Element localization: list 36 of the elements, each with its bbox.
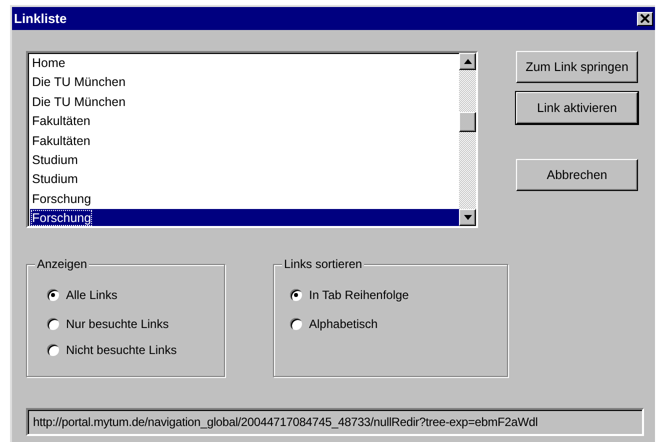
radio-label[interactable]: Alle Links bbox=[66, 288, 118, 302]
list-item[interactable]: Forschung bbox=[30, 209, 459, 226]
list-item[interactable]: Studium bbox=[30, 170, 459, 190]
radio-label[interactable]: In Tab Reihenfolge bbox=[309, 288, 409, 302]
radio-button[interactable] bbox=[47, 318, 59, 330]
scrollbar[interactable] bbox=[459, 53, 476, 226]
group-title: Anzeigen bbox=[35, 257, 90, 271]
list-item[interactable]: Fakultäten bbox=[30, 132, 459, 151]
radio-label[interactable]: Nicht besuchte Links bbox=[66, 343, 177, 357]
link-list[interactable]: Home Die TU München Die TU München Fakultäten Fakultäten Studium Studium Forschung Forschung bbox=[26, 51, 478, 228]
close-button[interactable] bbox=[637, 12, 653, 26]
scroll-down-button[interactable] bbox=[459, 209, 476, 226]
radio-button[interactable] bbox=[290, 318, 302, 330]
list-item[interactable]: Forschung bbox=[30, 190, 459, 210]
scroll-thumb[interactable] bbox=[459, 112, 476, 132]
list-item[interactable]: Home bbox=[30, 54, 459, 74]
radio-button[interactable] bbox=[47, 289, 59, 301]
up-arrow-icon bbox=[464, 59, 472, 64]
url-field[interactable]: http://portal.mytum.de/navigation_global/20044717084745_48733/nullRedir?tree-exp=ebmF2aWdl bbox=[26, 408, 644, 436]
list-item[interactable]: Die TU München bbox=[30, 92, 459, 112]
radio-button[interactable] bbox=[47, 344, 59, 356]
group-title: Links sortieren bbox=[282, 257, 364, 271]
dialog-button[interactable]: Abbrechen bbox=[516, 159, 638, 191]
down-arrow-icon bbox=[464, 215, 472, 220]
radio-button[interactable] bbox=[290, 289, 302, 301]
window-title: Linkliste bbox=[14, 11, 67, 26]
dialog-button[interactable]: Zum Link springen bbox=[516, 51, 638, 83]
list-item[interactable]: Studium bbox=[30, 150, 459, 170]
list-item[interactable]: Die TU München bbox=[30, 73, 459, 93]
list-item[interactable]: Fakultäten bbox=[30, 112, 459, 132]
dialog-button[interactable]: Link aktivieren bbox=[516, 92, 638, 124]
radio-label[interactable]: Alphabetisch bbox=[309, 317, 378, 331]
scroll-up-button[interactable] bbox=[459, 53, 476, 70]
url-text: http://portal.mytum.de/navigation_global/20044717084745_48733/nullRedir?tree-exp=ebmF2aWdl bbox=[33, 415, 538, 429]
radio-label[interactable]: Nur besuchte Links bbox=[66, 317, 169, 331]
close-icon bbox=[640, 14, 650, 23]
